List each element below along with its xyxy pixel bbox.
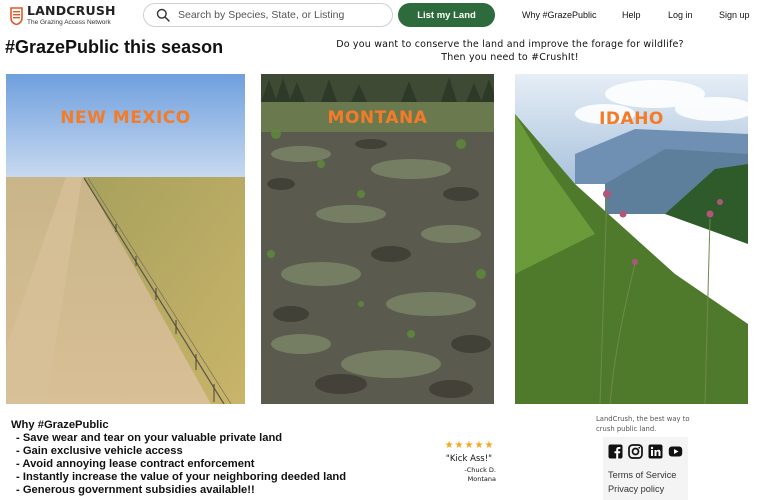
- hero-tagline: Do you want to conserve the land and imp…: [320, 38, 700, 64]
- testimonial-attribution: -Chuck D. Montana: [438, 466, 500, 484]
- star-icon: ★: [454, 440, 464, 451]
- linkedin-icon[interactable]: [648, 444, 663, 459]
- photo-label-new-mexico: NEW MEXICO: [60, 108, 191, 128]
- privacy-policy-link[interactable]: Privacy policy: [608, 482, 688, 496]
- why-item: - Avoid annoying lease contract enforcem…: [16, 457, 255, 470]
- social-links: [608, 444, 688, 459]
- tagline-line-1: Do you want to conserve the land and imp…: [336, 39, 684, 50]
- tagline-line-2: Then you need to #CrushIt!: [441, 52, 579, 63]
- why-item: - Save wear and tear on your valuable pr…: [16, 431, 283, 444]
- photo-idaho: IDAHO: [515, 74, 748, 404]
- why-section: Why #GrazePublic - Save wear and tear on…: [11, 419, 346, 496]
- facebook-icon[interactable]: [608, 444, 623, 459]
- logo-name: LANDCRUSH: [27, 3, 116, 18]
- page-title: #GrazePublic this season: [5, 37, 224, 57]
- photo-label-montana: MONTANA: [327, 108, 428, 128]
- nav-why-grazepublic[interactable]: Why #GrazePublic: [522, 10, 597, 20]
- instagram-icon[interactable]: [628, 444, 643, 459]
- star-icon: ★: [464, 440, 474, 451]
- photo-label-idaho: IDAHO: [599, 109, 664, 129]
- star-rating: ★ ★ ★ ★ ★: [438, 440, 500, 451]
- testimonial-location: Montana: [467, 475, 496, 483]
- nav-help[interactable]: Help: [622, 10, 641, 20]
- star-icon: ★: [444, 440, 454, 451]
- footer-tagline: LandCrush, the best way to crush public …: [596, 415, 690, 433]
- logo-tagline: The Grazing Access Network: [27, 18, 111, 26]
- search-icon: [156, 8, 170, 22]
- search-bar[interactable]: [143, 3, 393, 27]
- why-item: - Instantly increase the value of your n…: [16, 470, 347, 483]
- search-input[interactable]: [178, 9, 378, 21]
- photo-montana: MONTANA: [261, 74, 494, 404]
- shield-logo-icon: [10, 7, 23, 25]
- testimonial-quote: "Kick Ass!": [445, 454, 493, 464]
- list-my-land-button[interactable]: List my Land: [398, 3, 495, 27]
- why-item: - Gain exclusive vehicle access: [16, 444, 183, 457]
- why-title: Why #GrazePublic: [11, 419, 109, 431]
- footer-panel: Terms of Service Privacy policy: [603, 437, 688, 500]
- footer-links: Terms of Service Privacy policy: [608, 468, 688, 496]
- photo-new-mexico: NEW MEXICO: [6, 74, 245, 404]
- nav-log-in[interactable]: Log in: [668, 10, 693, 20]
- terms-of-service-link[interactable]: Terms of Service: [608, 468, 688, 482]
- star-icon: ★: [474, 440, 484, 451]
- landcrush-logo[interactable]: LANDCRUSH The Grazing Access Network: [10, 3, 120, 29]
- why-item: - Generous government subsidies availabl…: [16, 483, 255, 496]
- star-icon: ★: [484, 440, 494, 451]
- testimonial: ★ ★ ★ ★ ★ "Kick Ass!" -Chuck D. Montana: [438, 440, 500, 484]
- why-list: - Save wear and tear on your valuable pr…: [11, 432, 346, 497]
- testimonial-author: -Chuck D.: [464, 466, 496, 474]
- youtube-icon[interactable]: [668, 444, 683, 459]
- nav-sign-up[interactable]: Sign up: [719, 10, 750, 20]
